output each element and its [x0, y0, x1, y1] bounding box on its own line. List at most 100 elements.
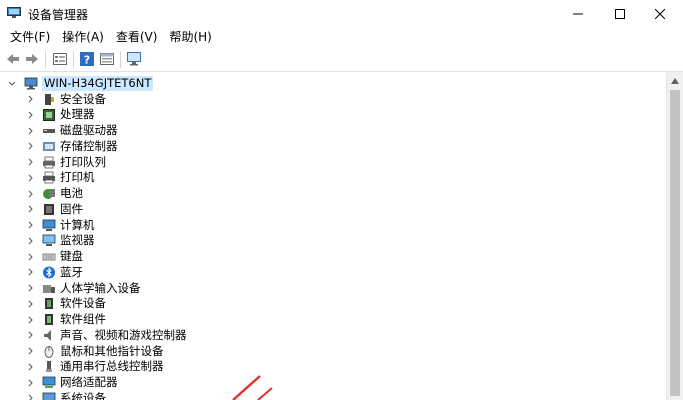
chevron-right-icon[interactable] — [25, 378, 35, 388]
tree-item[interactable]: 网络适配器 — [25, 375, 118, 390]
toolbar-separator — [45, 51, 46, 68]
menu-bar: 文件(F) 操作(A) 查看(V) 帮助(H) — [0, 27, 683, 47]
toolbar: ? — [0, 47, 683, 72]
minimize-button[interactable] — [555, 0, 601, 27]
chevron-right-icon[interactable] — [25, 110, 35, 120]
system-device-icon — [42, 392, 56, 400]
chevron-right-icon[interactable] — [25, 330, 35, 340]
tree-item[interactable]: 固件 — [25, 202, 83, 217]
hid-icon — [43, 284, 55, 293]
bluetooth-icon — [43, 266, 55, 279]
toolbar-separator — [73, 51, 74, 68]
scroll-up-arrow-icon[interactable] — [670, 77, 680, 85]
tree-item-label: 键盘 — [60, 249, 83, 263]
maximize-icon — [615, 8, 625, 19]
chevron-down-icon[interactable] — [7, 79, 17, 89]
menu-help[interactable]: 帮助(H) — [163, 27, 217, 47]
chevron-right-icon[interactable] — [25, 283, 35, 293]
tree-item-label: 蓝牙 — [60, 264, 83, 279]
scroll-thumb[interactable] — [670, 90, 680, 396]
menu-action[interactable]: 操作(A) — [56, 27, 110, 47]
tree-item-label: 软件组件 — [60, 312, 106, 326]
chevron-right-icon[interactable] — [25, 315, 35, 325]
chevron-right-icon[interactable] — [25, 220, 35, 230]
forward-arrow-icon[interactable] — [24, 51, 40, 67]
menu-file[interactable]: 文件(F) — [4, 27, 56, 47]
menu-view[interactable]: 查看(V) — [110, 27, 164, 47]
chevron-right-icon[interactable] — [25, 126, 35, 136]
tree-item[interactable]: 打印机 — [25, 170, 95, 185]
chevron-right-icon[interactable] — [25, 189, 35, 199]
close-button[interactable] — [637, 0, 683, 27]
chevron-right-icon[interactable] — [25, 299, 35, 309]
chevron-right-icon[interactable] — [25, 94, 35, 104]
tree-item-label: 固件 — [60, 201, 83, 216]
tree-item[interactable]: 键盘 — [25, 249, 83, 264]
tree-item[interactable]: 安全设备 — [25, 92, 106, 107]
tree-root[interactable]: WIN-H34GJTET6NT — [7, 76, 154, 91]
chevron-right-icon[interactable] — [25, 362, 35, 372]
details-icon[interactable] — [99, 51, 115, 67]
tree-item-label: 通用串行总线控制器 — [60, 359, 164, 374]
disk-drive-icon — [43, 129, 55, 133]
chevron-right-icon[interactable] — [25, 252, 35, 262]
device-tree: WIN-H34GJTET6NT 安全设备 处理器 磁盘驱动器 存储控制器打印队列 打印机… — [0, 72, 666, 400]
computer-root-icon — [24, 77, 38, 90]
tree-item[interactable]: 磁盘驱动器 — [25, 123, 118, 138]
vertical-scrollbar[interactable] — [666, 72, 683, 400]
tree-item-label: 人体学输入设备 — [60, 280, 141, 295]
tree-item[interactable]: 鼠标和其他指针设备 — [25, 344, 164, 359]
chevron-right-icon[interactable] — [25, 236, 35, 246]
tree-item[interactable]: 系统设备 — [25, 391, 106, 400]
tree-item-label: 计算机 — [60, 217, 95, 232]
tree-item[interactable]: 通用串行总线控制器 — [25, 359, 164, 374]
monitor-icon — [42, 234, 56, 247]
chevron-right-icon[interactable] — [25, 267, 35, 277]
back-arrow-icon[interactable] — [5, 51, 21, 67]
chevron-right-icon[interactable] — [25, 141, 35, 151]
tree-item[interactable]: 处理器 — [25, 107, 95, 122]
annotation-arrow — [232, 375, 273, 400]
chevron-right-icon[interactable] — [25, 346, 35, 356]
tree-item[interactable]: 电池 — [25, 186, 83, 201]
title-bar: 设备管理器 — [0, 0, 683, 27]
network-adapter-icon — [42, 376, 56, 388]
tree-item-label: 磁盘驱动器 — [60, 123, 118, 137]
tree-item[interactable]: 监视器 — [25, 233, 95, 248]
tree-item[interactable]: 声音、视频和游戏控制器 — [25, 328, 187, 343]
tree-item[interactable]: 软件组件 — [25, 312, 106, 327]
tree-item[interactable]: 存储控制器 — [25, 139, 118, 154]
tree-item-label: 系统设备 — [60, 390, 106, 400]
tree-item-label: 存储控制器 — [60, 138, 118, 153]
tree-item-label: 声音、视频和游戏控制器 — [60, 327, 187, 342]
tree-item-label: 电池 — [60, 186, 83, 200]
monitor-scan-icon[interactable] — [126, 51, 142, 67]
toolbar-separator — [120, 51, 121, 68]
software-device-icon — [45, 298, 53, 310]
device-manager-icon — [7, 7, 21, 18]
tree-item[interactable]: 蓝牙 — [25, 265, 83, 280]
processor-icon — [43, 109, 55, 122]
minimize-icon — [573, 13, 583, 14]
window-title: 设备管理器 — [28, 8, 89, 22]
chevron-right-icon[interactable] — [25, 157, 35, 167]
tree-item[interactable]: 打印队列 — [25, 155, 106, 170]
printer-icon — [43, 171, 55, 184]
tree-item[interactable]: 人体学输入设备 — [25, 281, 141, 296]
tree-item-label: 打印机 — [60, 170, 95, 185]
chevron-right-icon[interactable] — [25, 173, 35, 183]
tree-item[interactable]: 软件设备 — [25, 296, 106, 311]
tree-item-label: 监视器 — [60, 233, 95, 248]
computer-icon — [42, 219, 56, 231]
chevron-right-icon[interactable] — [25, 393, 35, 400]
software-component-icon — [45, 314, 53, 325]
tree-item[interactable]: 计算机 — [25, 218, 95, 233]
chevron-right-icon[interactable] — [25, 204, 35, 214]
svg-text:?: ? — [84, 54, 90, 67]
usb-icon — [46, 361, 52, 373]
tree-item-label: 处理器 — [60, 107, 95, 122]
close-icon — [655, 8, 665, 19]
help-icon[interactable]: ? — [79, 51, 95, 67]
properties-icon[interactable] — [52, 51, 68, 67]
security-device-icon — [45, 93, 54, 105]
